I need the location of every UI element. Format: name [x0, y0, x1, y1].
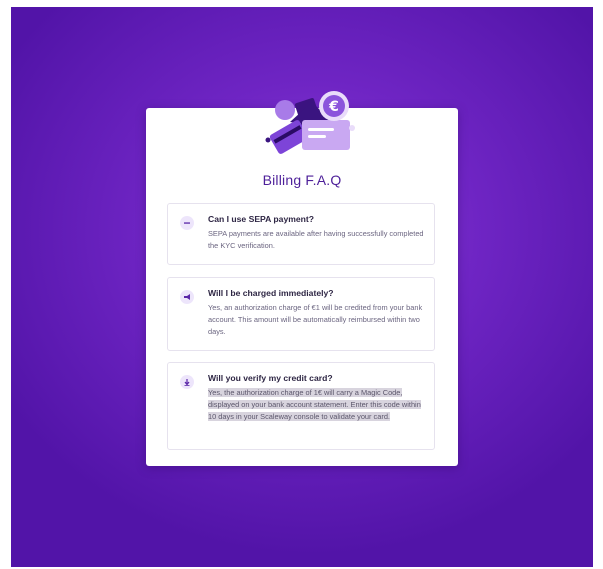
- minus-icon: [180, 216, 194, 230]
- faq-question: Can I use SEPA payment?: [208, 214, 315, 224]
- decor-circle-icon: [275, 100, 295, 120]
- faq-answer: Yes, an authorization charge of €1 will …: [208, 303, 423, 336]
- selected-text: Yes, the authorization charge of 1€ will…: [208, 388, 421, 421]
- faq-item-charge: Will I be charged immediately? Yes, an a…: [167, 277, 435, 351]
- arrow-down-icon: [180, 375, 194, 389]
- faq-question: Will I be charged immediately?: [208, 288, 334, 298]
- megaphone-icon: [180, 290, 194, 304]
- billing-illustration: €: [265, 91, 355, 154]
- faq-answer-selected: Yes, the authorization charge of 1€ will…: [208, 387, 424, 423]
- faq-answer: SEPA payments are available after having…: [208, 229, 424, 250]
- faq-item-verify: Will you verify my credit card? Yes, the…: [167, 362, 435, 450]
- invoice-card-icon: [302, 120, 350, 150]
- page-title: Billing F.A.Q: [262, 172, 342, 188]
- faq-question: Will you verify my credit card?: [208, 373, 333, 383]
- faq-item-sepa: Can I use SEPA payment? SEPA payments ar…: [167, 203, 435, 265]
- euro-symbol: €: [328, 99, 339, 115]
